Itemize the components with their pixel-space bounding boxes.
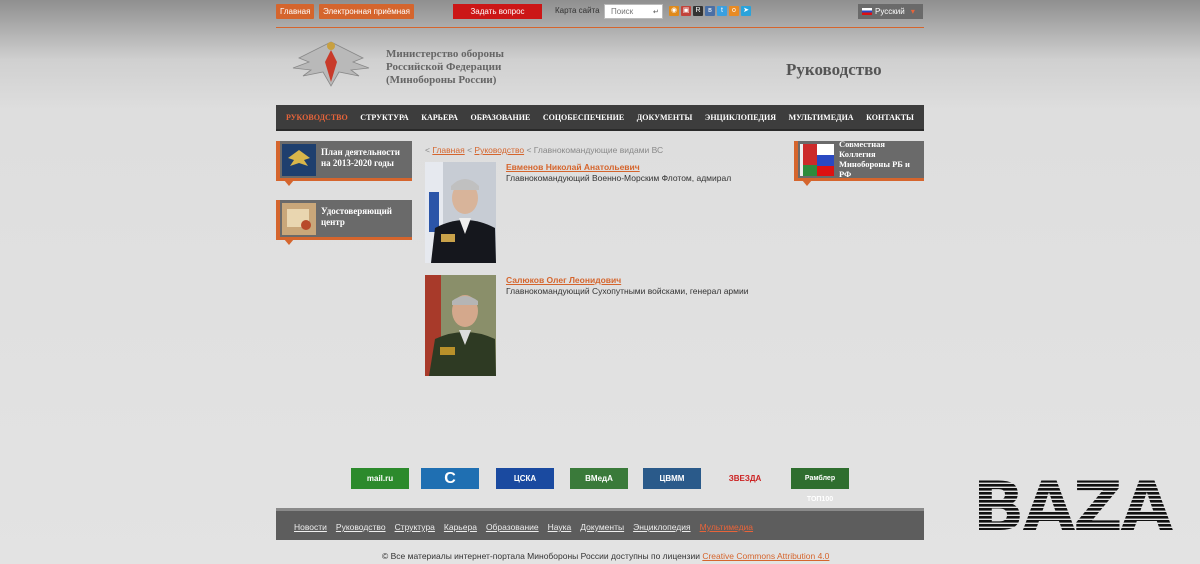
vmeda-logo[interactable]: ВМедА <box>570 468 628 489</box>
person-title: Главнокомандующий Сухопутными войсками, … <box>506 286 749 296</box>
banner-pointer <box>284 180 294 186</box>
nav-item-encyclopedia[interactable]: ЭНЦИКЛОПЕДИЯ <box>705 113 776 122</box>
footer-link-encyclopedia[interactable]: Энциклопедия <box>633 522 690 532</box>
footer-link-news[interactable]: Новости <box>294 522 327 532</box>
page-title: Руководство <box>786 60 882 79</box>
nav-item-career[interactable]: КАРЬЕРА <box>421 113 458 122</box>
ministry-line-3: (Минобороны России) <box>386 74 497 86</box>
breadcrumb-leadership[interactable]: Руководство <box>474 145 524 155</box>
search-submit-icon[interactable]: ↵ <box>653 8 659 16</box>
plan-banner-text: План деятельности на 2013-2020 годы <box>321 147 400 169</box>
footer-nav: Новости Руководство Структура Карьера Об… <box>294 522 753 532</box>
watermark-text: BAZA <box>973 476 1174 538</box>
language-label: Русский <box>875 7 905 16</box>
r-icon[interactable]: R <box>693 6 703 16</box>
vk-icon[interactable]: в <box>705 6 715 16</box>
footer-link-documents[interactable]: Документы <box>580 522 624 532</box>
license-link[interactable]: Creative Commons Attribution 4.0 <box>702 551 829 561</box>
certification-banner-line-1: Удостоверяющий <box>321 206 392 216</box>
certification-center-banner[interactable]: Удостоверяющий центр <box>276 200 412 245</box>
certification-banner-text: Удостоверяющий центр <box>321 206 392 228</box>
person-name-link[interactable]: Евменов Николай Анатольевич <box>506 162 640 172</box>
breadcrumb-current: < Главнокомандующие видами ВС <box>526 145 664 155</box>
partner-logos: mail.ru C ЦСКА ВМедА ЦВММ ЗВЕЗДА Рамблер… <box>351 468 851 503</box>
person-photo[interactable] <box>425 275 496 376</box>
chevron-down-icon: ▾ <box>910 7 915 16</box>
sitemap-link[interactable]: Карта сайта <box>555 6 600 15</box>
twitter-icon[interactable]: t <box>717 6 727 16</box>
copyright: © Все материалы интернет-портала Минобор… <box>382 551 829 561</box>
person-card: Салюков Олег Леонидович Главнокомандующи… <box>425 275 925 376</box>
footer-link-career[interactable]: Карьера <box>444 522 477 532</box>
c-logo[interactable]: C <box>421 468 479 489</box>
nav-item-leadership[interactable]: РУКОВОДСТВО <box>286 113 348 122</box>
ministry-line-1: Министерство обороны <box>386 48 504 60</box>
footer-link-leadership[interactable]: Руководство <box>336 522 386 532</box>
joint-line-1: Совместная <box>839 139 885 149</box>
ask-question-button[interactable]: Задать вопрос <box>453 4 542 19</box>
breadcrumb-sep: < <box>467 145 473 155</box>
zvezda-logo[interactable]: ЗВЕЗДА <box>717 468 773 489</box>
footer-link-multimedia[interactable]: Мультимедиа <box>700 522 753 532</box>
nav-item-structure[interactable]: СТРУКТУРА <box>360 113 408 122</box>
footer-link-education[interactable]: Образование <box>486 522 539 532</box>
certification-banner-line-2: центр <box>321 217 345 227</box>
rss-icon[interactable]: ◉ <box>669 6 679 16</box>
person-card: Евменов Николай Анатольевич Главнокоманд… <box>425 162 925 263</box>
eagle-emblem-icon <box>292 41 370 87</box>
person-title: Главнокомандующий Военно-Морским Флотом,… <box>506 173 732 183</box>
plan-banner-line-2: на 2013-2020 годы <box>321 158 394 168</box>
cvmm-logo[interactable]: ЦВММ <box>643 468 701 489</box>
breadcrumb: < Главная < Руководство < Главнокомандую… <box>425 145 663 155</box>
copyright-text: © Все материалы интернет-портала Минобор… <box>382 551 700 561</box>
plan-banner-line-1: План деятельности <box>321 147 400 157</box>
breadcrumb-sep: < <box>425 145 430 155</box>
emblem-thumb-icon <box>282 144 316 176</box>
nav-item-education[interactable]: ОБРАЗОВАНИЕ <box>471 113 531 122</box>
mailru-rating-logo[interactable]: mail.ru <box>351 468 409 489</box>
footer-link-structure[interactable]: Структура <box>395 522 435 532</box>
nav-item-contacts[interactable]: КОНТАКТЫ <box>866 113 914 122</box>
cska-logo[interactable]: ЦСКА <box>496 468 554 489</box>
baza-watermark-logo: BAZA <box>973 476 1176 538</box>
plan-banner[interactable]: План деятельности на 2013-2020 годы <box>276 141 412 186</box>
ministry-title: Министерство обороны Российской Федераци… <box>386 48 504 87</box>
banner-pointer <box>284 239 294 245</box>
home-link[interactable]: Главная <box>276 4 315 19</box>
reception-link[interactable]: Электронная приёмная <box>319 4 414 19</box>
footer-link-science[interactable]: Наука <box>548 522 572 532</box>
joint-line-2: Коллегия <box>839 149 876 159</box>
photo-icon[interactable]: ▣ <box>681 6 691 16</box>
top-bar: Главная Электронная приёмная Задать вопр… <box>276 4 924 20</box>
language-select[interactable]: Русский ▾ <box>858 4 923 19</box>
scroll-seal-icon <box>282 203 316 235</box>
telegram-icon[interactable]: ➤ <box>741 6 751 16</box>
nav-item-social[interactable]: СОЦОБЕСПЕЧЕНИЕ <box>543 113 624 122</box>
person-name-link[interactable]: Салюков Олег Леонидович <box>506 275 621 285</box>
nav-item-multimedia[interactable]: МУЛЬТИМЕДИА <box>789 113 854 122</box>
ok-icon[interactable]: о <box>729 6 739 16</box>
russia-flag-icon <box>862 8 872 16</box>
main-nav: РУКОВОДСТВО СТРУКТУРА КАРЬЕРА ОБРАЗОВАНИ… <box>276 105 924 131</box>
social-icons: ◉ ▣ R в t о ➤ <box>669 6 751 16</box>
breadcrumb-home[interactable]: Главная <box>432 145 464 155</box>
person-photo[interactable] <box>425 162 496 263</box>
header-divider <box>276 27 924 28</box>
rambler-top100-logo[interactable]: Рамблер ТОП100 <box>791 468 849 503</box>
footer: Новости Руководство Структура Карьера Об… <box>276 508 924 540</box>
ministry-line-2: Российской Федерации <box>386 61 502 73</box>
nav-item-documents[interactable]: ДОКУМЕНТЫ <box>637 113 693 122</box>
